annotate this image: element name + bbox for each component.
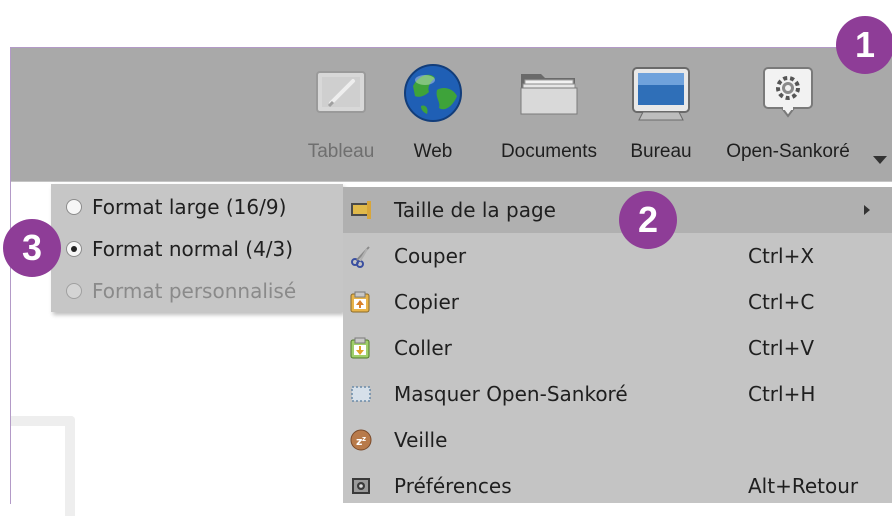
- menu-label: Préférences: [394, 474, 512, 498]
- callout-badge-1: 1: [836, 16, 892, 74]
- menu-shortcut: Ctrl+C: [748, 290, 815, 314]
- menu-label: Couper: [394, 244, 467, 268]
- radio-format-normal[interactable]: [66, 241, 82, 257]
- menu-label: Taille de la page: [394, 198, 556, 222]
- hide-icon: [349, 382, 373, 406]
- toolbar-button-bureau[interactable]: Bureau: [621, 48, 701, 181]
- radio-format-personnalise: [66, 283, 82, 299]
- board-frame: [11, 416, 75, 516]
- globe-icon: [401, 60, 465, 124]
- copy-icon: [349, 290, 373, 314]
- folder-icon: [517, 60, 581, 124]
- whiteboard-icon: [309, 60, 373, 124]
- gear-icon: [756, 60, 820, 124]
- toolbar-label-bureau: Bureau: [630, 141, 692, 162]
- submenu-item-format-personnalise: Format personnalisé: [51, 270, 343, 312]
- submenu-label: Format normal (4/3): [92, 237, 294, 261]
- menu-label: Copier: [394, 290, 459, 314]
- svg-text:z: z: [362, 435, 366, 443]
- page-size-icon: [349, 198, 373, 222]
- paste-icon: [349, 336, 373, 360]
- menu-item-couper[interactable]: Couper Ctrl+X: [343, 233, 892, 279]
- scissors-icon: [349, 244, 373, 268]
- menu-item-copier[interactable]: Copier Ctrl+C: [343, 279, 892, 325]
- menu-shortcut: Ctrl+X: [748, 244, 815, 268]
- menu-label: Veille: [394, 428, 448, 452]
- preferences-icon: [349, 474, 373, 498]
- callout-badge-3: 3: [3, 219, 61, 277]
- toolbar-label-web: Web: [413, 141, 453, 162]
- menu-item-preferences[interactable]: Préférences Alt+Retour: [343, 463, 892, 509]
- chevron-down-icon[interactable]: [873, 156, 887, 164]
- submenu-label: Format large (16/9): [92, 195, 287, 219]
- toolbar-label-documents: Documents: [500, 141, 598, 162]
- page-size-submenu: Format large (16/9) Format normal (4/3) …: [51, 184, 343, 312]
- submenu-arrow-icon: [864, 205, 870, 215]
- menu-shortcut: Ctrl+V: [748, 336, 815, 360]
- menu-item-taille-de-la-page[interactable]: Taille de la page: [343, 187, 892, 233]
- toolbar-button-documents[interactable]: Documents: [489, 48, 609, 181]
- toolbar-button-web[interactable]: Web: [393, 48, 473, 181]
- menu-label: Coller: [394, 336, 452, 360]
- menu-shortcut: Alt+Retour: [748, 474, 859, 498]
- radio-format-large[interactable]: [66, 199, 82, 215]
- main-toolbar: Tableau Web Documents Bureau Open-Sankor…: [11, 48, 892, 182]
- toolbar-label-open-sankore: Open-Sankoré: [726, 141, 850, 162]
- submenu-item-format-large[interactable]: Format large (16/9): [51, 186, 343, 228]
- context-menu: Taille de la page Couper Ctrl+X Copier C…: [343, 187, 892, 503]
- submenu-item-format-normal[interactable]: Format normal (4/3): [51, 228, 343, 270]
- submenu-label: Format personnalisé: [92, 279, 297, 303]
- monitor-icon: [629, 60, 693, 124]
- toolbar-button-open-sankore[interactable]: Open-Sankoré: [713, 48, 863, 181]
- menu-item-veille[interactable]: z z Veille: [343, 417, 892, 463]
- toolbar-label-tableau: Tableau: [307, 141, 375, 162]
- sleep-icon: z z: [349, 428, 373, 452]
- menu-shortcut: Ctrl+H: [748, 382, 816, 406]
- callout-badge-2: 2: [619, 191, 677, 249]
- toolbar-button-tableau[interactable]: Tableau: [291, 48, 391, 181]
- menu-label: Masquer Open-Sankoré: [394, 382, 628, 406]
- menu-item-masquer[interactable]: Masquer Open-Sankoré Ctrl+H: [343, 371, 892, 417]
- menu-item-coller[interactable]: Coller Ctrl+V: [343, 325, 892, 371]
